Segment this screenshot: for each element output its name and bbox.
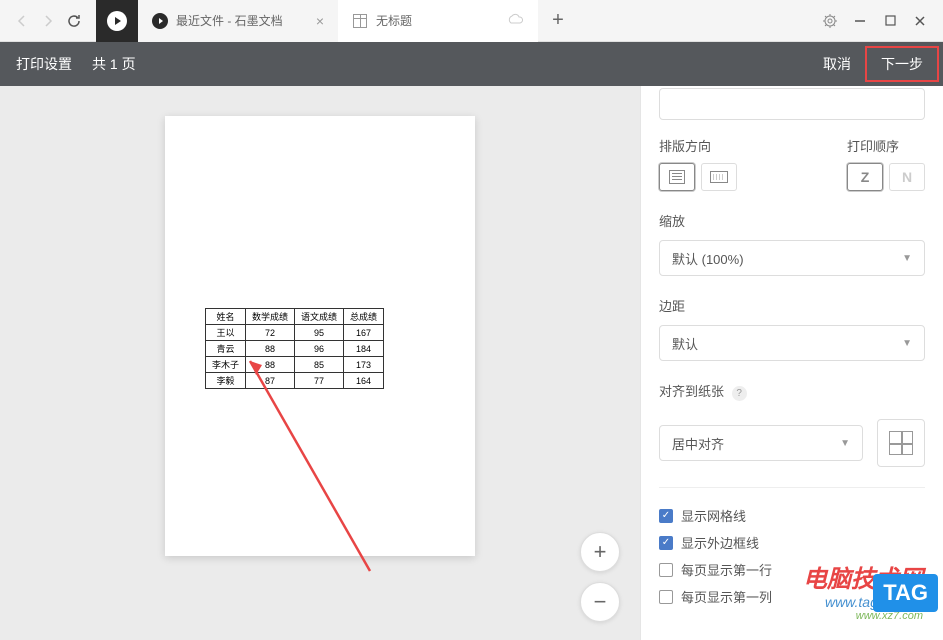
chevron-down-icon: ▼: [902, 253, 912, 264]
zoom-dropdown[interactable]: 默认 (100%) ▼: [659, 240, 925, 276]
reload-button[interactable]: [62, 9, 86, 33]
page-preview: 姓名数学成绩语文成绩总成绩 王以7295167青云8896184李木子88851…: [165, 116, 475, 556]
back-button[interactable]: [10, 9, 34, 33]
help-icon[interactable]: ?: [732, 386, 747, 401]
table-row: 王以7295167: [206, 325, 384, 341]
close-window-button[interactable]: [907, 8, 933, 34]
new-tab-button[interactable]: +: [538, 0, 578, 42]
order-n-button[interactable]: N: [889, 163, 925, 191]
table-cell: 95: [295, 325, 344, 341]
tab-untitled[interactable]: 无标题: [338, 0, 538, 42]
table-row: 李毅8777164: [206, 373, 384, 389]
zoom-controls: + −: [580, 532, 620, 622]
table-cell: 李毅: [206, 373, 246, 389]
checkbox-label: 显示外边框线: [681, 533, 759, 552]
table-cell: 173: [344, 357, 384, 373]
print-header-bar: 打印设置 共 1 页 取消 下一步: [0, 42, 943, 86]
main-area: 姓名数学成绩语文成绩总成绩 王以7295167青云8896184李木子88851…: [0, 86, 943, 640]
margin-dropdown[interactable]: 默认 ▼: [659, 325, 925, 361]
preview-area: 姓名数学成绩语文成绩总成绩 王以7295167青云8896184李木子88851…: [0, 86, 640, 640]
table-cell: 青云: [206, 341, 246, 357]
table-cell: 李木子: [206, 357, 246, 373]
checkbox-icon: ✓: [659, 536, 673, 550]
table-header-cell: 数学成绩: [246, 309, 295, 325]
checkbox-label: 每页显示第一列: [681, 587, 772, 606]
table-cell: 85: [295, 357, 344, 373]
checkbox-show-grid[interactable]: ✓ 显示网格线: [659, 502, 925, 529]
table-header-cell: 姓名: [206, 309, 246, 325]
top-input-placeholder[interactable]: [659, 88, 925, 120]
checkbox-label: 显示网格线: [681, 506, 746, 525]
table-cell: 167: [344, 325, 384, 341]
table-cell: 184: [344, 341, 384, 357]
zoom-in-button[interactable]: +: [580, 532, 620, 572]
minimize-button[interactable]: [847, 8, 873, 34]
checkbox-show-border[interactable]: ✓ 显示外边框线: [659, 529, 925, 556]
table-header-cell: 语文成绩: [295, 309, 344, 325]
align-value: 居中对齐: [672, 434, 724, 453]
close-icon[interactable]: ×: [316, 13, 324, 29]
settings-panel: 排版方向 打印顺序 Z N 缩放 默认 (100%) ▼: [640, 86, 943, 640]
table-cell: 87: [246, 373, 295, 389]
checkbox-label: 每页显示第一行: [681, 560, 772, 579]
alignment-preview[interactable]: [877, 419, 925, 467]
z-order-icon: Z: [861, 169, 870, 185]
align-label: 对齐到纸张 ?: [659, 381, 925, 401]
nav-controls: [0, 9, 96, 33]
n-order-icon: N: [902, 169, 912, 185]
maximize-button[interactable]: [877, 8, 903, 34]
checkbox-icon: [659, 590, 673, 604]
tab-label: 无标题: [376, 12, 412, 29]
table-cell: 88: [246, 341, 295, 357]
next-button[interactable]: 下一步: [865, 46, 939, 82]
print-order-label: 打印顺序: [847, 136, 925, 155]
layout-direction-label: 排版方向: [659, 136, 737, 155]
checkbox-icon: ✓: [659, 509, 673, 523]
align-dropdown[interactable]: 居中对齐 ▼: [659, 425, 863, 461]
window-controls: [807, 8, 943, 34]
tab-label: 最近文件 - 石墨文档: [176, 12, 283, 29]
cancel-button[interactable]: 取消: [809, 46, 865, 82]
page-title: 打印设置: [16, 54, 72, 74]
page-count: 共 1 页: [92, 54, 136, 74]
divider: [659, 487, 925, 488]
table-cell: 72: [246, 325, 295, 341]
zoom-out-button[interactable]: −: [580, 582, 620, 622]
zoom-value: 默认 (100%): [672, 249, 744, 268]
table-cell: 96: [295, 341, 344, 357]
tab-recent-files[interactable]: 最近文件 - 石墨文档 ×: [138, 0, 338, 42]
order-z-button[interactable]: Z: [847, 163, 883, 191]
zoom-label: 缩放: [659, 211, 925, 230]
sheet-icon: [352, 13, 368, 29]
shimo-icon: [152, 13, 168, 29]
table-header-cell: 总成绩: [344, 309, 384, 325]
settings-gear-icon[interactable]: [817, 8, 843, 34]
chevron-down-icon: ▼: [840, 438, 850, 449]
margin-label: 边距: [659, 296, 925, 315]
forward-button[interactable]: [36, 9, 60, 33]
data-table: 姓名数学成绩语文成绩总成绩 王以7295167青云8896184李木子88851…: [205, 308, 384, 389]
table-cell: 164: [344, 373, 384, 389]
browser-bar: 最近文件 - 石墨文档 × 无标题 +: [0, 0, 943, 42]
table-cell: 王以: [206, 325, 246, 341]
app-icon-tab[interactable]: [96, 0, 138, 42]
tag-badge: TAG: [873, 574, 938, 612]
chevron-down-icon: ▼: [902, 338, 912, 349]
margin-value: 默认: [672, 334, 698, 353]
table-row: 李木子8885173: [206, 357, 384, 373]
layout-portrait-button[interactable]: [659, 163, 695, 191]
table-cell: 77: [295, 373, 344, 389]
grid-icon: [889, 431, 913, 455]
tab-strip: 最近文件 - 石墨文档 × 无标题 +: [138, 0, 807, 42]
checkbox-icon: [659, 563, 673, 577]
cloud-sync-icon: [506, 13, 524, 28]
layout-landscape-button[interactable]: [701, 163, 737, 191]
play-icon: [107, 11, 127, 31]
table-cell: 88: [246, 357, 295, 373]
table-row: 青云8896184: [206, 341, 384, 357]
